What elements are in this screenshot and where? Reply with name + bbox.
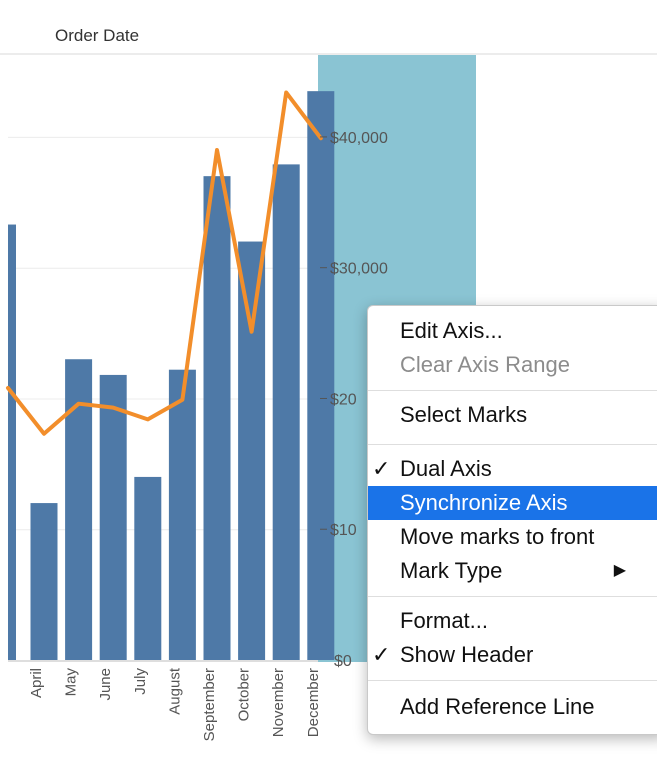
x-tick-label: July xyxy=(132,668,149,695)
menu-item-label: Mark Type xyxy=(400,558,503,583)
bar-december xyxy=(307,91,335,660)
y-tick-label: $30,000 xyxy=(330,261,388,278)
menu-item-synchronize-axis[interactable]: Synchronize Axis xyxy=(368,486,657,520)
menu-item-label: Select Marks xyxy=(400,402,528,427)
bar-june xyxy=(99,374,127,660)
menu-item-show-header[interactable]: ✓ Show Header xyxy=(368,638,657,672)
bar-partial xyxy=(8,224,16,661)
menu-item-label: Dual Axis xyxy=(400,456,492,481)
checkmark-icon: ✓ xyxy=(372,642,391,667)
axis-context-menu: Edit Axis... Clear Axis Range Select Mar… xyxy=(367,305,657,735)
x-tick-label: August xyxy=(166,667,183,715)
menu-item-mark-type[interactable]: Mark Type ▶ xyxy=(368,554,657,588)
x-tick-label: May xyxy=(63,668,80,697)
x-tick-label: November xyxy=(270,668,287,737)
menu-item-label: Move marks to front xyxy=(400,524,595,549)
bar-april xyxy=(30,503,58,660)
x-tick-label: October xyxy=(236,668,253,721)
menu-item-label: Edit Axis... xyxy=(400,318,503,343)
x-tick-label: December xyxy=(305,668,322,737)
y-tick-label: $20 xyxy=(330,391,357,408)
menu-item-edit-axis[interactable]: Edit Axis... xyxy=(368,314,657,348)
x-tick-label: April xyxy=(28,668,45,698)
y-tick-label: $10 xyxy=(330,522,357,539)
menu-separator xyxy=(368,390,657,391)
menu-item-label: Show Header xyxy=(400,642,534,667)
menu-item-move-marks-to-front[interactable]: Move marks to front xyxy=(368,520,657,554)
menu-item-select-marks[interactable]: Select Marks xyxy=(368,398,657,432)
menu-item-add-reference-line[interactable]: Add Reference Line xyxy=(368,690,657,724)
y-tick-label: $0 xyxy=(334,653,352,670)
bar-september xyxy=(203,176,231,660)
y-tick-label: $40,000 xyxy=(330,130,388,147)
bar-august xyxy=(168,369,196,660)
menu-separator xyxy=(368,444,657,445)
menu-separator xyxy=(368,680,657,681)
bar-october xyxy=(238,241,266,661)
checkmark-icon: ✓ xyxy=(372,456,391,481)
menu-item-format[interactable]: Format... xyxy=(368,604,657,638)
menu-item-clear-axis-range: Clear Axis Range xyxy=(368,348,657,382)
menu-item-label: Format... xyxy=(400,608,489,633)
menu-separator xyxy=(368,596,657,597)
menu-item-label: Clear Axis Range xyxy=(400,352,570,377)
menu-item-label: Synchronize Axis xyxy=(400,490,568,515)
x-tick-label: June xyxy=(97,668,114,701)
submenu-arrow-icon: ▶ xyxy=(613,562,626,579)
bar-july xyxy=(134,476,162,660)
menu-item-dual-axis[interactable]: ✓ Dual Axis xyxy=(368,452,657,486)
bar-november xyxy=(272,164,300,660)
menu-item-label: Add Reference Line xyxy=(400,694,595,719)
x-tick-label: September xyxy=(201,668,218,741)
